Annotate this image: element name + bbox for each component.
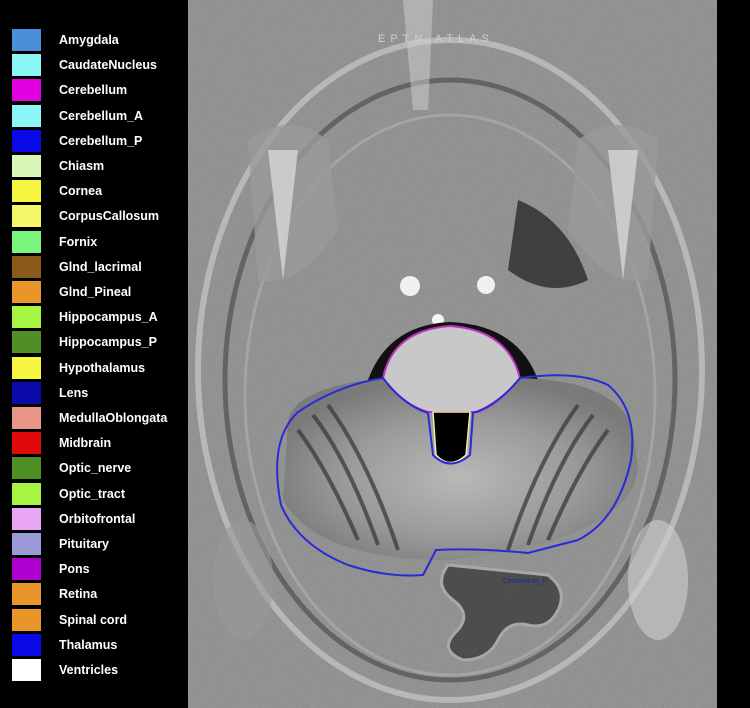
legend-label: Hippocampus_P — [59, 335, 157, 350]
legend-item: Cerebellum_A — [12, 104, 143, 127]
right-border — [717, 0, 750, 708]
legend-swatch — [12, 129, 41, 152]
legend-swatch — [12, 407, 41, 429]
legend-swatch — [12, 155, 41, 177]
legend-item: Amygdala — [12, 29, 119, 51]
legend-item: Cerebellum — [12, 79, 127, 102]
legend-item: Thalamus — [12, 633, 117, 656]
legend-label: Cerebellum_P — [59, 133, 143, 148]
legend-swatch — [12, 558, 41, 581]
legend-swatch — [12, 79, 41, 102]
structure-legend: Amygdala CaudateNucleus Cerebellum Cerebell… — [0, 0, 188, 708]
legend-item: Chiasm — [12, 155, 104, 177]
legend-item: Cerebellum_P — [12, 129, 142, 152]
legend-swatch — [12, 507, 41, 530]
legend-item: Midbrain — [12, 432, 111, 455]
legend-swatch — [12, 281, 41, 303]
legend-label: Fornix — [59, 234, 98, 249]
legend-item: Retina — [12, 583, 97, 606]
legend-label: Pituitary — [59, 537, 110, 551]
legend-swatch — [12, 633, 41, 656]
legend-label: Optic_tract — [59, 486, 125, 501]
legend-label: Lens — [59, 385, 89, 400]
legend-label: MedullaOblongata — [59, 411, 168, 425]
legend-swatch — [12, 306, 41, 329]
legend-item: Pituitary — [12, 533, 109, 555]
legend-label: Amygdala — [59, 33, 119, 47]
legend-label: Cerebellum_A — [59, 108, 144, 123]
mri-viewer[interactable]: EPTN ATLAS Cerebellum_P — [188, 0, 717, 708]
legend-item: Optic_nerve — [12, 457, 131, 480]
legend-item: Lens — [12, 381, 88, 404]
legend-swatch — [12, 104, 41, 127]
legend-label: Spinal cord — [59, 612, 128, 627]
legend-item: Glnd_Pineal — [12, 281, 131, 303]
legend-label: Retina — [59, 587, 98, 602]
legend-label: Hypothalamus — [59, 360, 146, 375]
legend-item: CaudateNucleus — [12, 54, 157, 77]
legend-swatch — [12, 608, 41, 631]
legend-label: CaudateNucleus — [59, 58, 157, 73]
legend-swatch — [12, 381, 41, 404]
legend-item: Glnd_lacrimal — [12, 255, 142, 278]
legend-swatch — [12, 583, 41, 606]
legend-label: Cornea — [59, 184, 103, 199]
legend-swatch — [12, 659, 41, 681]
legend-swatch — [12, 482, 41, 505]
legend-label: Cerebellum — [59, 83, 128, 98]
atlas-watermark: EPTN ATLAS — [378, 33, 494, 45]
legend-swatch — [12, 54, 41, 77]
legend-label: Chiasm — [59, 159, 105, 173]
legend-label: Ventricles — [59, 663, 119, 677]
legend-swatch — [12, 205, 41, 228]
legend-label: CorpusCallosum — [59, 209, 160, 224]
legend-swatch — [12, 180, 41, 203]
legend-label: Hippocampus_A — [59, 310, 158, 325]
legend-label: Glnd_Pineal — [59, 285, 132, 299]
legend-label: Midbrain — [59, 436, 112, 451]
legend-item: MedullaOblongata — [12, 407, 167, 429]
legend-swatch — [12, 331, 41, 354]
legend-item: Hippocampus_A — [12, 306, 158, 329]
legend-item: Pons — [12, 558, 90, 581]
legend-label: Thalamus — [59, 637, 118, 652]
legend-swatch — [12, 356, 41, 379]
legend-swatch — [12, 29, 41, 51]
legend-swatch — [12, 533, 41, 555]
legend-swatch — [12, 230, 41, 253]
legend-swatch — [12, 255, 41, 278]
structure-label-cerebellum-p: Cerebellum_P — [503, 578, 548, 585]
mri-slice[interactable] — [188, 0, 717, 708]
legend-item: Orbitofrontal — [12, 507, 135, 530]
legend-item: CorpusCallosum — [12, 205, 159, 228]
legend-swatch — [12, 457, 41, 480]
legend-item: Cornea — [12, 180, 102, 203]
legend-item: Hippocampus_P — [12, 331, 157, 354]
legend-label: Pons — [59, 562, 90, 577]
legend-label: Optic_nerve — [59, 461, 132, 476]
legend-swatch — [12, 432, 41, 455]
legend-label: Glnd_lacrimal — [59, 259, 142, 274]
legend-item: Optic_tract — [12, 482, 125, 505]
legend-item: Spinal cord — [12, 608, 127, 631]
legend-item: Hypothalamus — [12, 356, 145, 379]
legend-item: Ventricles — [12, 659, 118, 681]
legend-label: Orbitofrontal — [59, 511, 136, 526]
legend-item: Fornix — [12, 230, 97, 253]
